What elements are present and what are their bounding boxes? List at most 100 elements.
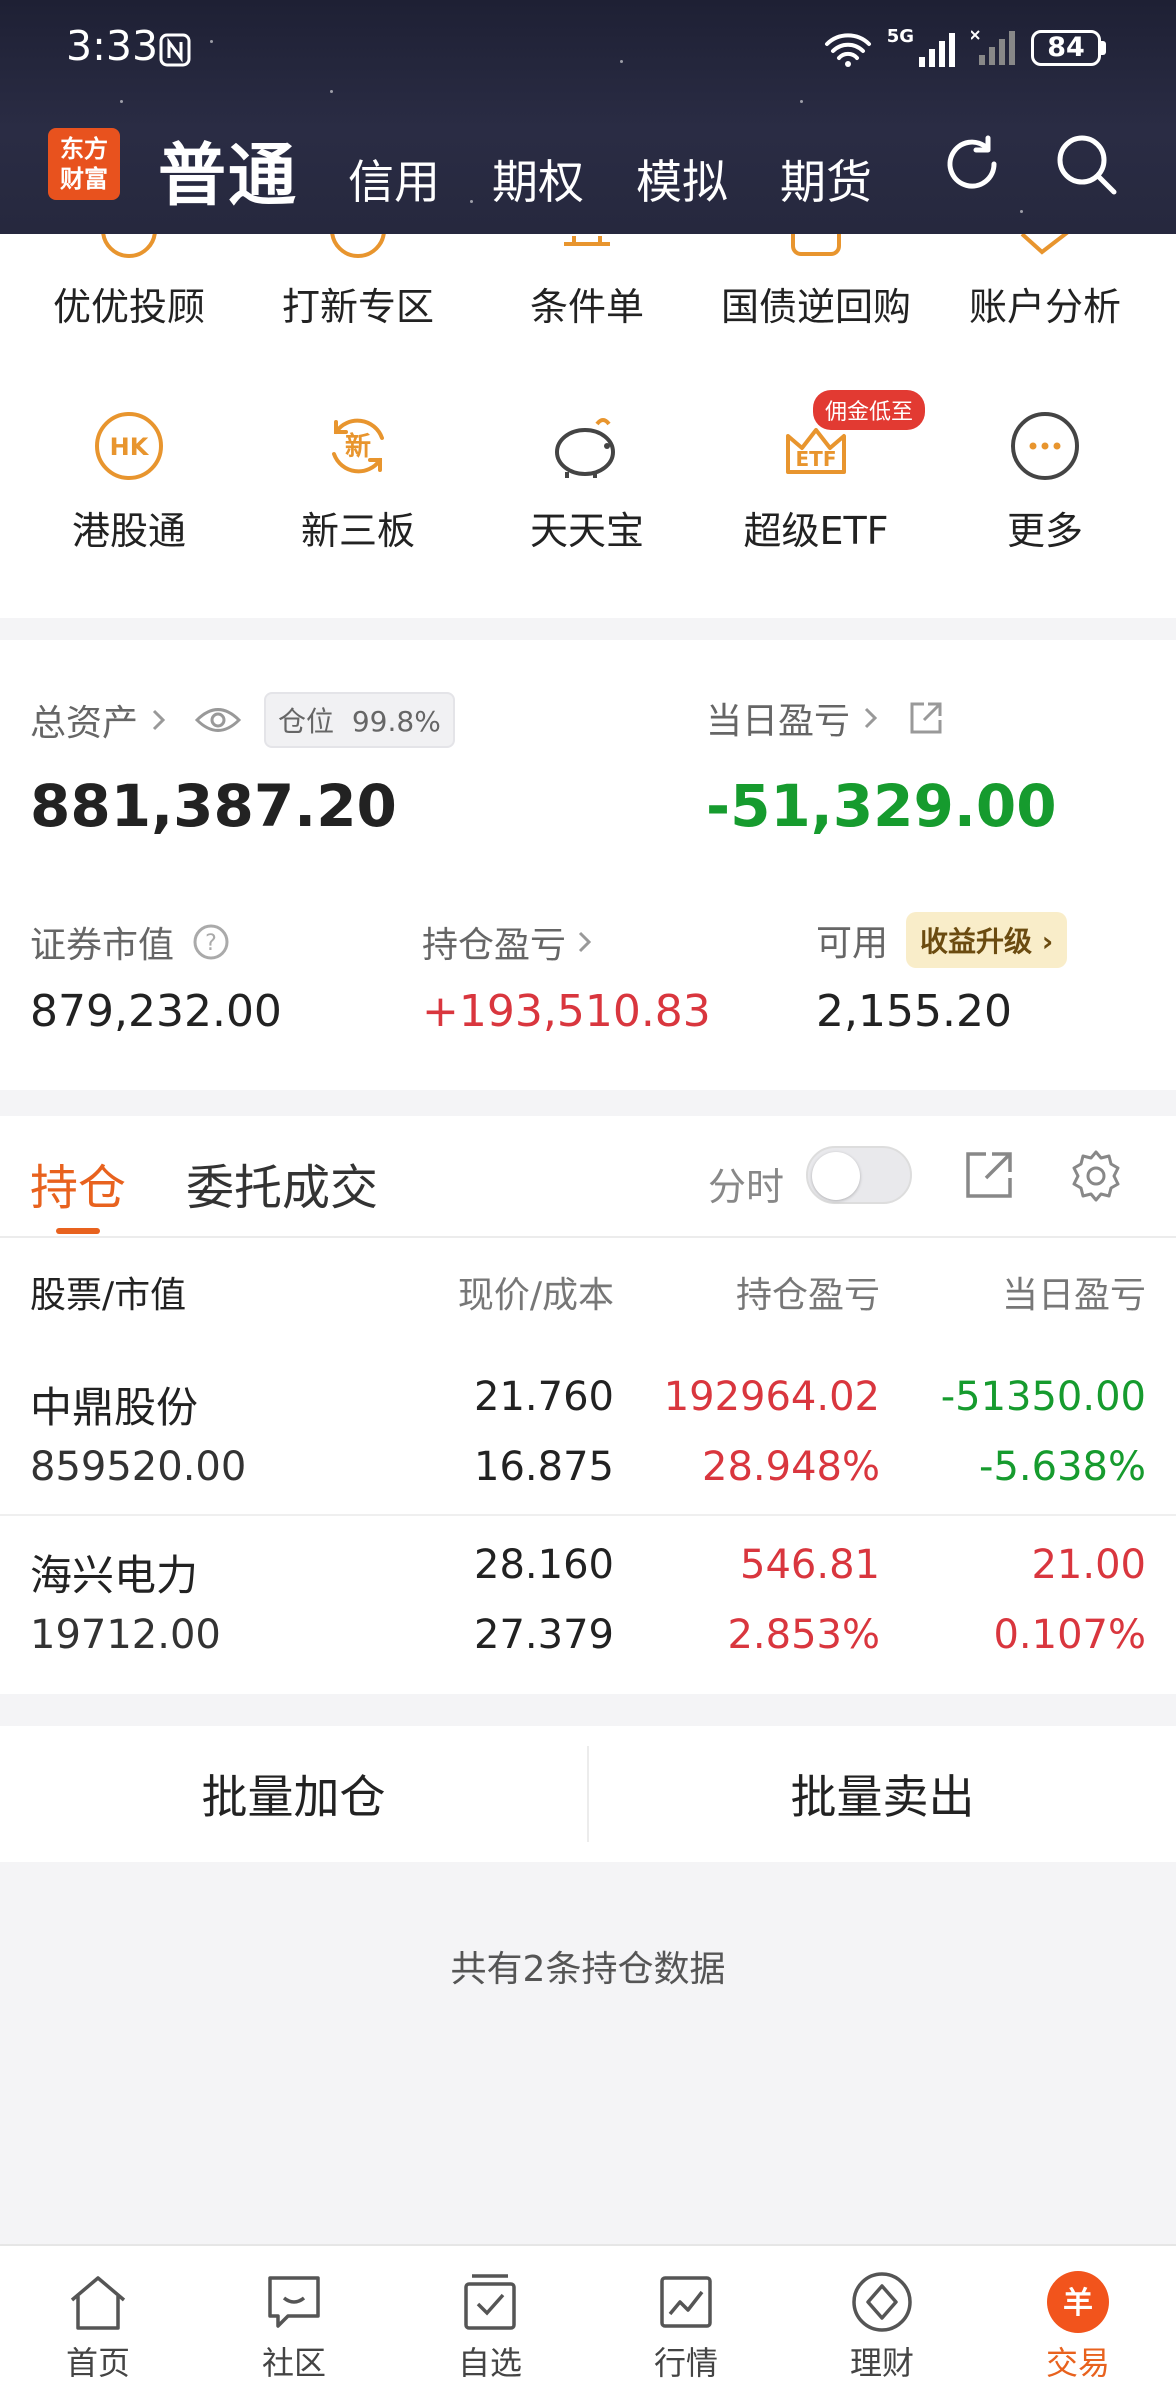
chevron-right-icon bbox=[152, 709, 166, 731]
daily-pl-header[interactable]: 当日盈亏 bbox=[706, 692, 944, 744]
col-daily-pl-header: 当日盈亏 bbox=[1001, 1275, 1146, 1316]
trade-yang-icon: 羊 bbox=[1042, 2270, 1114, 2334]
holding-pl-pct: 2.853% bbox=[727, 1612, 880, 1658]
account-analysis-icon bbox=[1020, 234, 1069, 255]
qm-account-analysis[interactable]: 账户分析 bbox=[930, 234, 1160, 331]
qm-conditional-order[interactable]: 条件单 bbox=[472, 234, 702, 331]
holding-pl-value: +193,510.83 bbox=[422, 986, 711, 1037]
tab-positions[interactable]: 持仓 bbox=[30, 1148, 126, 1218]
nav-home[interactable]: 首页 bbox=[0, 2246, 196, 2400]
daily-pl-pct: 0.107% bbox=[993, 1612, 1146, 1658]
active-tab-indicator bbox=[56, 1228, 100, 1234]
divider bbox=[0, 1236, 1176, 1238]
qm-ipo[interactable]: 打新专区 bbox=[243, 234, 473, 331]
tab-options[interactable]: 期权 bbox=[492, 146, 584, 212]
chevron-right-icon bbox=[864, 707, 878, 729]
qm-new-third-board[interactable]: 新 新三板 bbox=[243, 410, 473, 555]
conditional-order-icon bbox=[564, 236, 610, 246]
nav-community[interactable]: 社区 bbox=[196, 2246, 392, 2400]
wifi-icon bbox=[823, 28, 873, 68]
ipo-icon bbox=[330, 234, 386, 258]
nav-trade[interactable]: 羊 交易 bbox=[980, 2246, 1176, 2400]
signal-weak-icon bbox=[971, 29, 1017, 67]
stock-market-value: 859520.00 bbox=[30, 1444, 247, 1490]
holding-pl-header[interactable]: 持仓盈亏 bbox=[422, 916, 594, 968]
col-price-header: 现价/成本 bbox=[457, 1275, 614, 1316]
holdings-panel: 持仓 委托成交 分时 股票/市值 现价/成本 持仓盈亏 当日盈亏 中鼎股份 85… bbox=[0, 1116, 1176, 1694]
more-icon bbox=[1011, 412, 1079, 480]
holdings-count-note: 共有2条持仓数据 bbox=[450, 1949, 726, 1990]
market-value-header: 证券市值 ? bbox=[30, 916, 230, 968]
qm-tiantianbao[interactable]: 天天宝 bbox=[472, 410, 702, 555]
asset-summary: 总资产 仓位 99.8% 881,387.20 当日盈亏 -51,329.00 … bbox=[0, 640, 1176, 1090]
market-value: 879,232.00 bbox=[30, 986, 282, 1037]
tab-credit[interactable]: 信用 bbox=[348, 146, 440, 212]
qm-more[interactable]: 更多 bbox=[930, 410, 1160, 555]
status-time: 3:33 bbox=[66, 22, 159, 70]
bottom-nav: 首页 社区 自选 行情 理财 羊 交易 bbox=[0, 2244, 1176, 2400]
piggy-bank-icon bbox=[555, 418, 615, 478]
cost-price: 16.875 bbox=[474, 1444, 614, 1490]
total-assets-header[interactable]: 总资产 仓位 99.8% bbox=[30, 692, 455, 748]
share-external-icon[interactable] bbox=[908, 700, 944, 736]
qm-advisor[interactable]: 优优投顾 bbox=[14, 234, 244, 331]
tab-futures[interactable]: 期货 bbox=[780, 146, 872, 212]
daily-pl-pct: -5.638% bbox=[979, 1444, 1146, 1490]
tab-orders[interactable]: 委托成交 bbox=[186, 1148, 378, 1218]
timeshare-label: 分时 bbox=[708, 1165, 785, 1209]
chat-bubble-icon bbox=[258, 2270, 330, 2334]
watchlist-bag-icon bbox=[454, 2270, 526, 2334]
holding-pl-pct: 28.948% bbox=[702, 1444, 880, 1490]
svg-text:羊: 羊 bbox=[1063, 2286, 1093, 2321]
settings-gear-icon[interactable] bbox=[1068, 1148, 1124, 1204]
stock-market-value: 19712.00 bbox=[30, 1612, 221, 1658]
status-icons: 5G 84 bbox=[823, 26, 1106, 69]
home-icon bbox=[62, 2270, 134, 2334]
export-icon[interactable] bbox=[964, 1150, 1014, 1200]
qm-super-etf[interactable]: ETF 超级ETF 佣金低至 bbox=[701, 390, 931, 555]
wealth-diamond-icon bbox=[846, 2270, 918, 2334]
total-assets-label: 总资产 bbox=[30, 703, 139, 744]
signal-5g-icon: 5G bbox=[887, 26, 957, 69]
hk-icon: HK bbox=[95, 412, 163, 480]
svg-text:?: ? bbox=[205, 931, 217, 956]
stock-name: 海兴电力 bbox=[30, 1551, 199, 1600]
svg-text:新: 新 bbox=[345, 431, 371, 462]
timeshare-toggle[interactable] bbox=[806, 1146, 912, 1204]
upgrade-earnings-button[interactable]: 收益升级 › bbox=[906, 912, 1068, 968]
table-row[interactable]: 海兴电力 19712.00 28.160 27.379 546.81 2.853… bbox=[0, 1516, 1176, 1694]
market-chart-icon bbox=[650, 2270, 722, 2334]
reverse-repo-icon bbox=[791, 234, 841, 256]
search-icon[interactable] bbox=[1052, 130, 1122, 200]
available-header: 可用 收益升级 › bbox=[816, 912, 1068, 968]
col-holding-pl-header: 持仓盈亏 bbox=[735, 1275, 880, 1316]
batch-sell-button[interactable]: 批量卖出 bbox=[589, 1726, 1176, 1862]
position-ratio-tag: 仓位 99.8% bbox=[264, 692, 455, 748]
daily-pl: -51350.00 bbox=[940, 1374, 1146, 1420]
eye-icon[interactable] bbox=[194, 705, 242, 735]
nav-wealth[interactable]: 理财 bbox=[784, 2246, 980, 2400]
available-value: 2,155.20 bbox=[816, 986, 1012, 1037]
batch-add-button[interactable]: 批量加仓 bbox=[0, 1726, 587, 1862]
commission-badge: 佣金低至 bbox=[813, 390, 926, 430]
tab-simulation[interactable]: 模拟 bbox=[636, 146, 728, 212]
qm-hk-connect[interactable]: HK 港股通 bbox=[14, 410, 244, 555]
tab-normal[interactable]: 普通 bbox=[158, 120, 298, 219]
help-icon[interactable]: ? bbox=[192, 923, 230, 961]
toggle-knob bbox=[812, 1152, 860, 1200]
current-price: 28.160 bbox=[474, 1542, 614, 1588]
nav-market[interactable]: 行情 bbox=[588, 2246, 784, 2400]
battery-indicator: 84 bbox=[1031, 29, 1101, 66]
chevron-right-icon bbox=[578, 931, 592, 953]
nav-watchlist[interactable]: 自选 bbox=[392, 2246, 588, 2400]
daily-pl-value: -51,329.00 bbox=[706, 772, 1057, 840]
new-third-board-icon: 新 bbox=[332, 418, 384, 474]
holding-pl: 546.81 bbox=[740, 1542, 880, 1588]
daily-pl: 21.00 bbox=[1031, 1542, 1146, 1588]
qm-reverse-repo[interactable]: 国债逆回购 bbox=[701, 234, 931, 331]
svg-text:HK: HK bbox=[110, 433, 150, 461]
table-row[interactable]: 中鼎股份 859520.00 21.760 16.875 192964.02 2… bbox=[0, 1346, 1176, 1526]
stock-name: 中鼎股份 bbox=[30, 1383, 199, 1432]
holding-pl: 192964.02 bbox=[663, 1374, 880, 1420]
refresh-icon[interactable] bbox=[938, 130, 1006, 198]
